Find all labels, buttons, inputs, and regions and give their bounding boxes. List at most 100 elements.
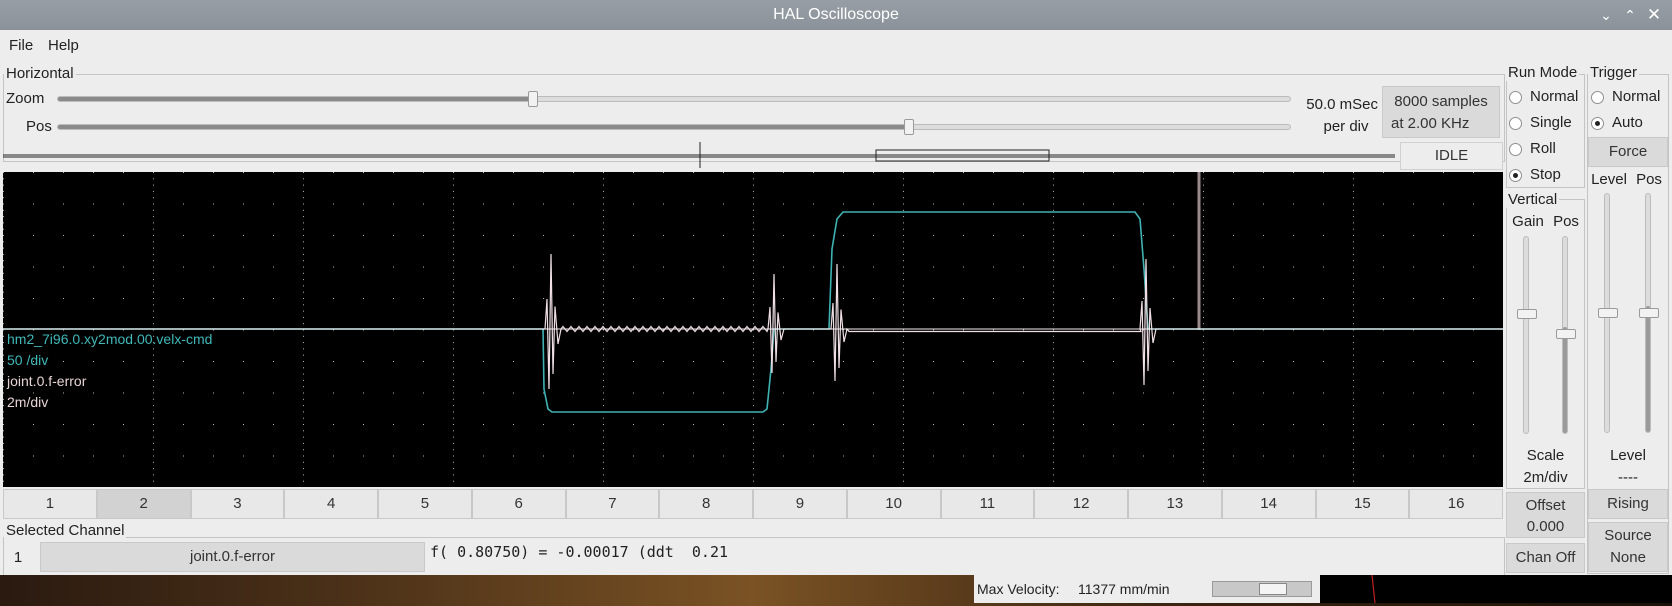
channel-label-velx-text: hm2_7i96.0.xy2mod.00.velx-cmd [7, 331, 213, 347]
trigger-mode-option-label: Normal [1612, 88, 1661, 105]
trace-f-error [3, 253, 1503, 390]
max-velocity-label: Max Velocity: [977, 581, 1060, 597]
maximize-icon[interactable]: ⌃ [1618, 0, 1642, 30]
channel-tab-14[interactable]: 14 [1221, 489, 1316, 519]
channel-label-ferror: joint.0.f-error [7, 373, 86, 389]
channel-tab-15[interactable]: 15 [1315, 489, 1410, 519]
velocity-slider-handle[interactable] [1259, 583, 1287, 595]
channel-tab-4[interactable]: 4 [284, 489, 378, 519]
run-mode-stop[interactable]: Stop [1509, 164, 1561, 186]
cursor-readout: f( 0.80750) = -0.00017 (ddt 0.21 [430, 543, 729, 561]
menu-help[interactable]: Help [48, 37, 79, 54]
source-button[interactable]: Source None [1588, 522, 1668, 572]
channel-scale-velx-text: 50 /div [7, 352, 49, 368]
vertical-pos-slider-handle[interactable] [1556, 329, 1576, 339]
radio-icon[interactable] [1509, 168, 1522, 182]
channel-tab-7[interactable]: 7 [565, 489, 660, 519]
scale-caption: Scale [1526, 447, 1565, 464]
radio-icon[interactable] [1509, 116, 1522, 130]
zoom-slider-handle[interactable] [528, 91, 538, 107]
chan-off-button[interactable]: Chan Off [1506, 543, 1585, 573]
channel-tab-12[interactable]: 12 [1034, 489, 1128, 519]
pos-slider[interactable] [57, 119, 1291, 135]
source-caption: Source [1604, 527, 1652, 544]
channel-tab-6[interactable]: 6 [471, 489, 566, 519]
scale-value: 2m/div [1523, 469, 1568, 486]
zoom-label: Zoom [6, 90, 45, 107]
channel-scale-ferror-text: 2m/div [7, 394, 49, 410]
channel-tab-2[interactable]: 2 [96, 489, 191, 519]
run-mode-option-label: Roll [1530, 140, 1556, 157]
channel-tab-3[interactable]: 3 [190, 489, 285, 519]
radio-icon[interactable] [1591, 90, 1604, 104]
trigger-level-slider[interactable] [1598, 193, 1618, 433]
window-title: HAL Oscilloscope [773, 6, 899, 23]
force-label: Force [1608, 143, 1648, 160]
channel-tab-11[interactable]: 11 [940, 489, 1035, 519]
channel-tab-16[interactable]: 16 [1409, 489, 1503, 519]
channel-tab-8[interactable]: 8 [659, 489, 753, 519]
close-icon[interactable]: ✕ [1642, 0, 1666, 30]
run-mode-option-label: Single [1530, 114, 1572, 131]
channel-tab-13[interactable]: 13 [1128, 489, 1222, 519]
vertical-pos-slider-fill [1563, 327, 1567, 433]
trigger-pos-slider[interactable] [1639, 193, 1659, 433]
channel-tab-1[interactable]: 1 [3, 489, 97, 519]
offset-button[interactable]: Offset 0.000 [1506, 492, 1585, 538]
selected-channel-label: Selected Channel [4, 522, 127, 539]
source-value: None [1610, 549, 1646, 566]
run-mode-single[interactable]: Single [1509, 112, 1572, 134]
minimize-icon[interactable]: ⌄ [1594, 0, 1618, 30]
force-button[interactable]: Force [1588, 137, 1668, 167]
vertical-label: Vertical [1506, 191, 1560, 208]
preview-trace [1371, 574, 1376, 604]
trigger-mode-normal[interactable]: Normal [1591, 86, 1660, 108]
trigger-pos-label: Pos [1636, 171, 1662, 188]
radio-icon[interactable] [1509, 90, 1522, 104]
scope-traces [3, 172, 1503, 482]
gain-slider-handle[interactable] [1517, 309, 1537, 319]
channel-scale-ferror: 2m/div [7, 394, 48, 410]
channel-tabs: 1 2 3 4 5 6 7 8 9 10 11 12 13 14 15 16 [3, 489, 1503, 519]
menu-bar: File Help [0, 30, 1672, 62]
trigger-mode-option-label: Auto [1612, 114, 1643, 131]
trigger-label: Trigger [1588, 64, 1639, 81]
status-text: IDLE [1434, 147, 1469, 164]
trigger-pos-slider-handle[interactable] [1639, 308, 1659, 318]
channel-tab-5[interactable]: 5 [378, 489, 472, 519]
vertical-pos-slider[interactable] [1556, 236, 1576, 434]
gain-slider[interactable] [1517, 236, 1537, 434]
channel-scale-velx: 50 /div [7, 352, 48, 368]
run-mode-normal[interactable]: Normal [1509, 86, 1578, 108]
trigger-level-slider-handle[interactable] [1598, 308, 1618, 318]
radio-icon[interactable] [1591, 116, 1604, 130]
pos-slider-handle[interactable] [904, 119, 914, 135]
pos-slider-fill [58, 125, 909, 129]
trigger-level-value: ---- [1618, 469, 1638, 486]
vertical-group [1506, 199, 1585, 489]
channel-tab-9[interactable]: 9 [753, 489, 847, 519]
zoom-slider[interactable] [57, 91, 1291, 107]
selected-channel-name-button[interactable]: joint.0.f-error [40, 542, 425, 572]
rising-button[interactable]: Rising [1588, 489, 1668, 519]
acquisition-status: IDLE [1400, 142, 1503, 170]
menu-file[interactable]: File [9, 37, 33, 54]
offset-caption: Offset [1525, 497, 1566, 514]
pos-label: Pos [26, 118, 52, 135]
velocity-slider[interactable] [1212, 581, 1312, 597]
radio-icon[interactable] [1509, 142, 1522, 156]
chan-off-label: Chan Off [1515, 549, 1576, 566]
max-velocity-value: 11377 mm/min [1078, 581, 1170, 597]
trigger-level-label: Level [1591, 171, 1627, 188]
trigger-mode-auto[interactable]: Auto [1591, 112, 1643, 134]
run-mode-option-label: Normal [1530, 88, 1579, 105]
trigger-level-caption: Level [1610, 447, 1646, 464]
record-overview[interactable] [0, 140, 1400, 170]
channel-tab-10[interactable]: 10 [846, 489, 941, 519]
selected-channel-name: joint.0.f-error [189, 548, 276, 565]
channel-label-ferror-text: joint.0.f-error [7, 373, 87, 389]
run-mode-roll[interactable]: Roll [1509, 138, 1556, 160]
channel-label-velx: hm2_7i96.0.xy2mod.00.velx-cmd [7, 331, 212, 347]
run-mode-label: Run Mode [1506, 64, 1580, 81]
scope-screen[interactable]: hm2_7i96.0.xy2mod.00.velx-cmd 50 /div jo… [3, 172, 1503, 487]
